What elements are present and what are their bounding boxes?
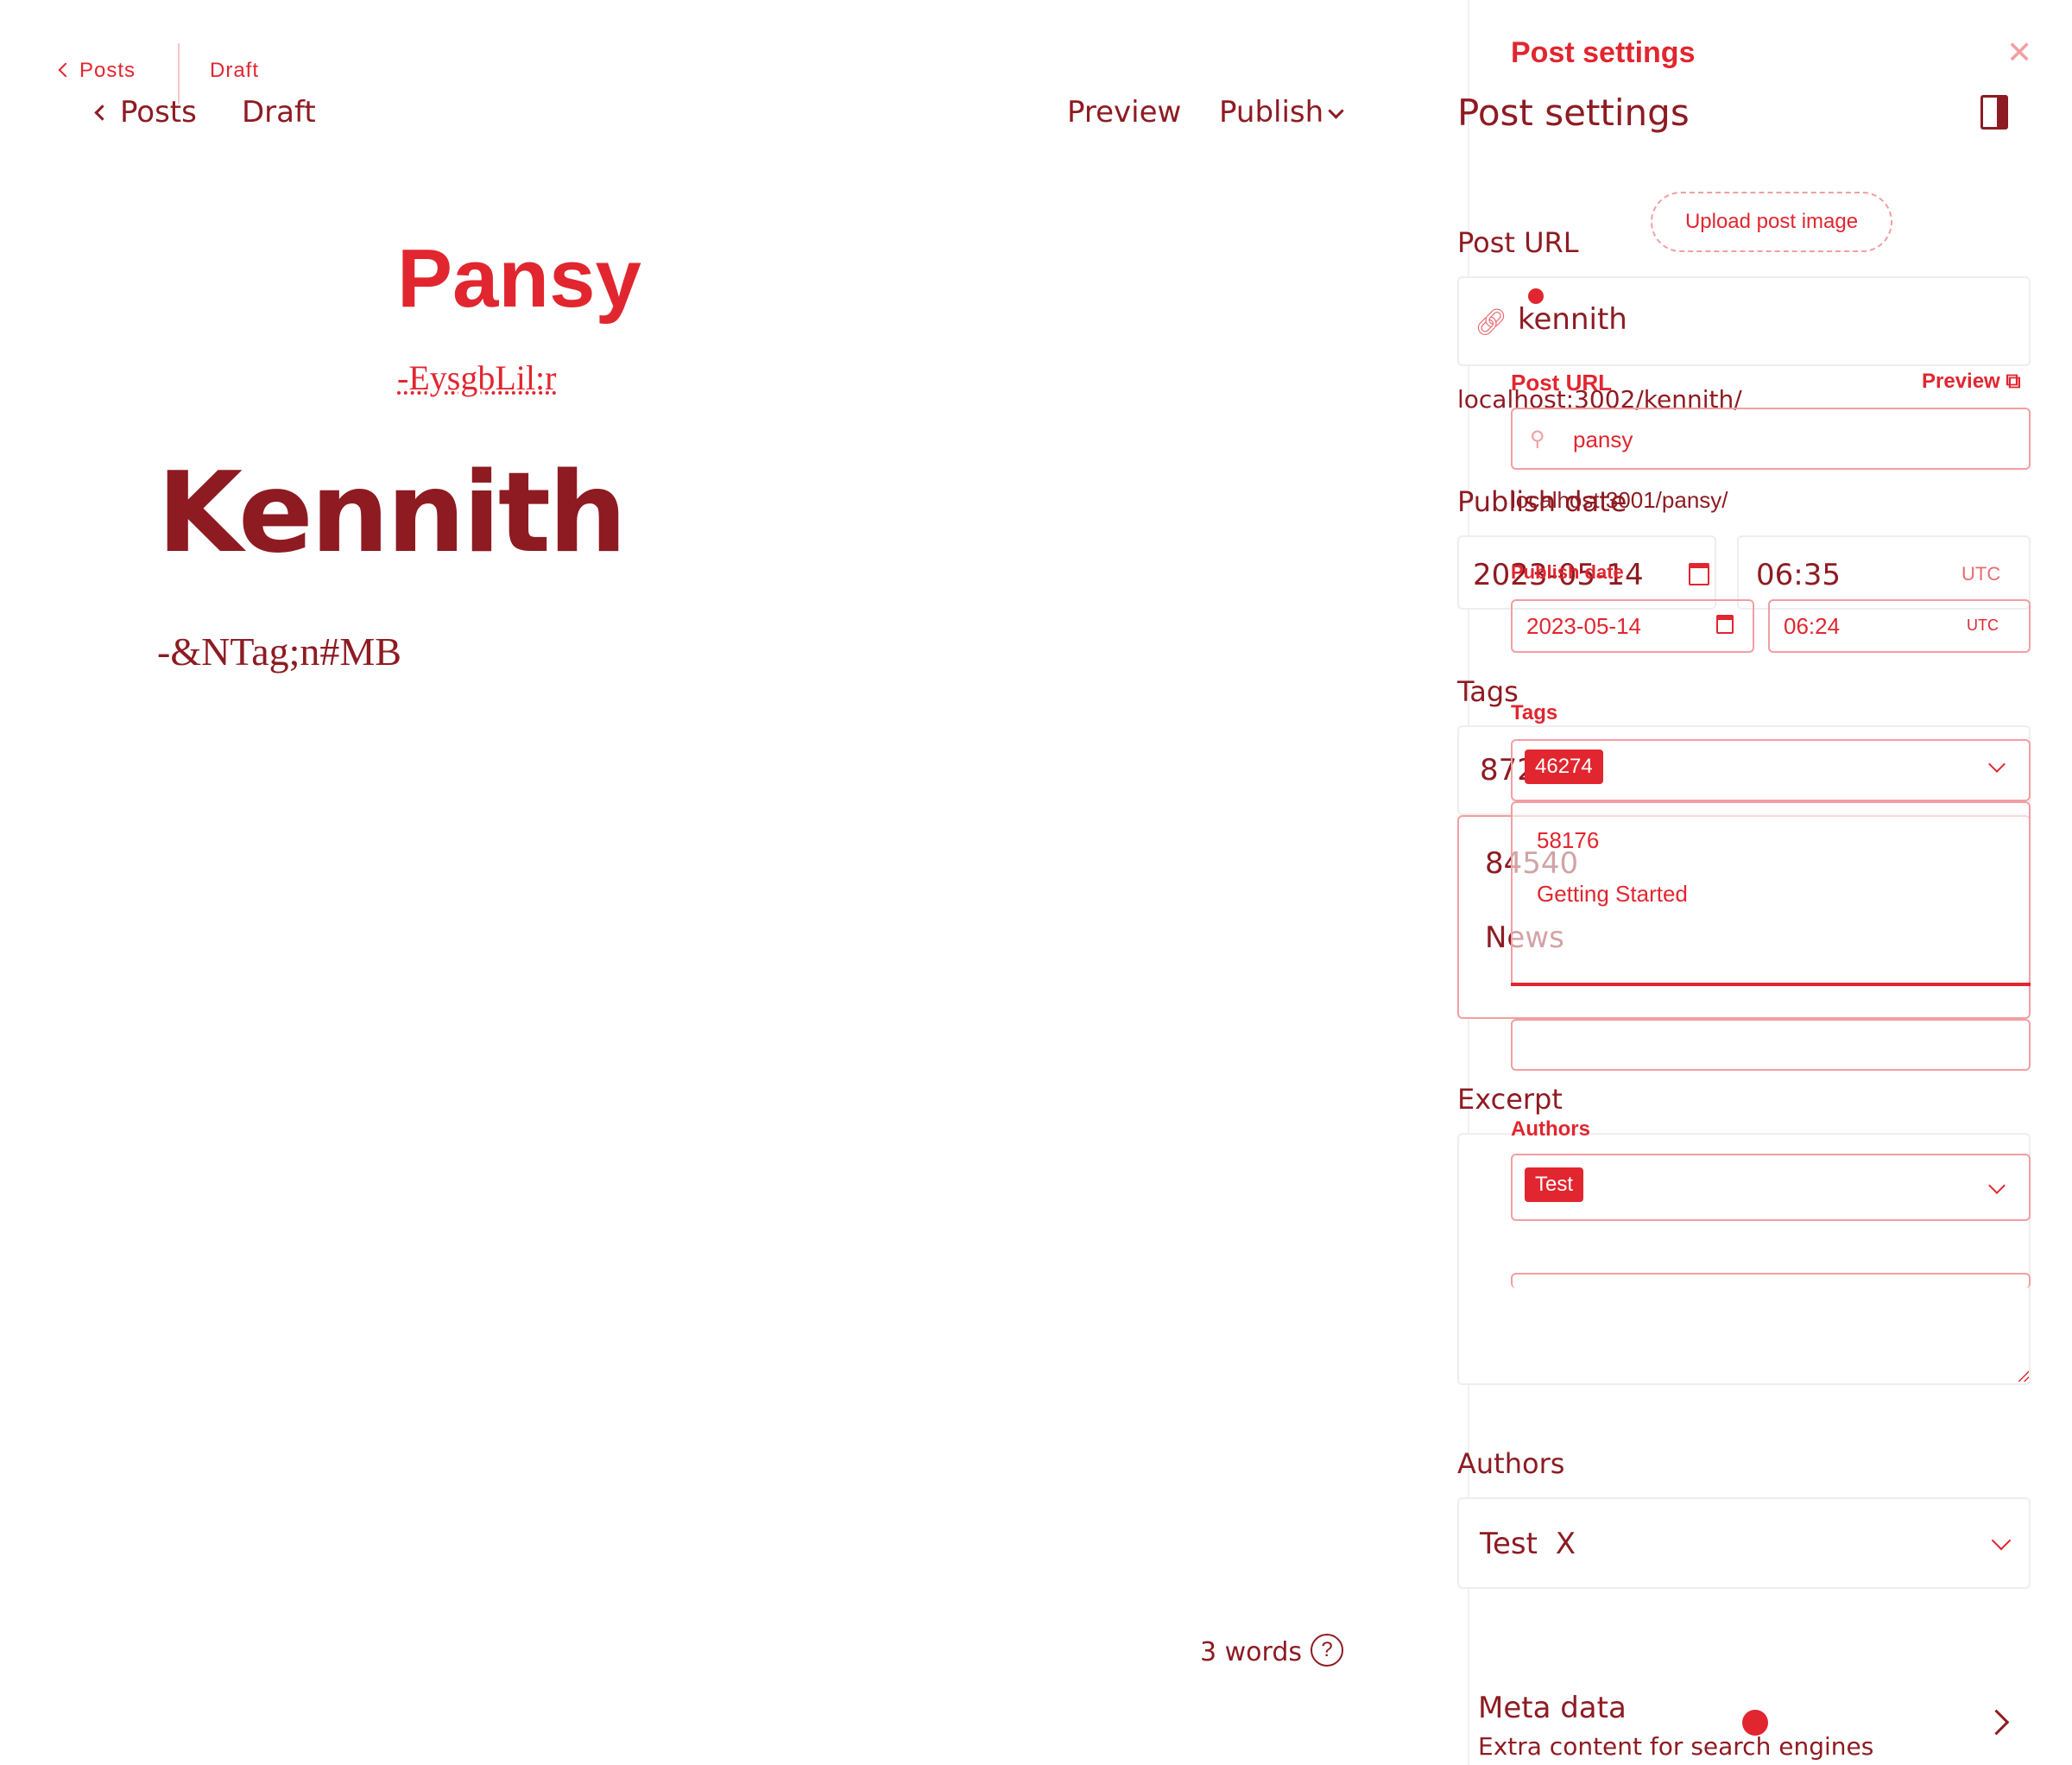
ghost-author-chip[interactable]: Test <box>1525 1167 1584 1202</box>
excerpt-label: Excerpt <box>1457 1083 1563 1116</box>
chevron-left-icon <box>58 62 73 78</box>
resize-handle-icon[interactable] <box>2015 1368 2029 1382</box>
ghost-status-label: Draft <box>210 59 260 82</box>
ghost-tag-option[interactable]: 58176 <box>1537 827 1599 854</box>
ghost-url-full: localhost:3001/pansy/ <box>1511 487 1728 513</box>
ghost-url-preview-link[interactable]: Preview ⧉ <box>1922 370 2021 394</box>
external-link-icon: ⧉ <box>2006 370 2021 393</box>
calendar-icon[interactable] <box>1689 563 1709 585</box>
help-icon[interactable]: ? <box>1311 1634 1343 1667</box>
ghost-lower-field <box>1511 1273 2031 1288</box>
word-count: 3 words <box>1200 1637 1302 1667</box>
ghost-post-title: Pansy <box>397 232 641 325</box>
status-label: Draft <box>242 95 316 130</box>
ghost-date-input[interactable]: 2023-05-14 <box>1526 613 1641 640</box>
post-url-input[interactable]: kennith <box>1518 302 1627 337</box>
ghost-post-excerpt: -EysgbLil:r <box>397 358 557 397</box>
panel-title: Post settings <box>1457 92 1690 134</box>
meta-data-title[interactable]: Meta data <box>1478 1691 1627 1725</box>
tags-label: Tags <box>1457 675 1519 708</box>
ghost-link-icon: ⚲ <box>1530 427 1545 451</box>
ghost-tag-option[interactable]: Getting Started <box>1537 881 1688 908</box>
publish-time-input[interactable]: 06:35 <box>1756 558 1841 592</box>
post-body-editor[interactable]: -&NTag;n#MB <box>157 629 401 674</box>
author-token: Test X <box>1480 1527 1576 1561</box>
meta-data-subtitle: Extra content for search engines <box>1478 1732 1874 1761</box>
ghost-publish-date-label: Publish date <box>1511 561 1624 583</box>
publish-button[interactable]: Publish <box>1219 95 1344 130</box>
timezone-label: UTC <box>1961 563 2001 585</box>
ghost-time-input[interactable]: 06:24 <box>1784 613 1840 640</box>
ghost-url-label: Post URL <box>1511 370 1612 395</box>
post-url-label: Post URL <box>1457 226 1579 259</box>
ghost-authors-label: Authors <box>1511 1117 1590 1141</box>
chevron-left-icon <box>94 104 111 121</box>
globe-icon <box>1742 1710 1768 1736</box>
ghost-calendar-icon[interactable] <box>1716 615 1734 634</box>
ghost-authors-field[interactable] <box>1511 1154 2031 1221</box>
ghost-tags-label: Tags <box>1511 701 1558 724</box>
sidebar-toggle-icon[interactable] <box>1980 95 2008 130</box>
ghost-divider-line <box>1511 983 2031 986</box>
remove-author-icon[interactable]: X <box>1556 1527 1576 1561</box>
ghost-excerpt-textarea[interactable] <box>1511 1019 2031 1071</box>
ghost-timezone-label: UTC <box>1967 617 1999 634</box>
avatar-icon <box>1528 288 1544 304</box>
back-to-posts-button[interactable]: Posts <box>94 95 197 130</box>
preview-button[interactable]: Preview <box>1067 95 1181 130</box>
upload-post-image-button[interactable]: Upload post image <box>1651 192 1892 252</box>
authors-label: Authors <box>1457 1447 1565 1480</box>
ghost-back-posts[interactable]: Posts <box>58 59 136 83</box>
chevron-down-icon <box>1328 103 1344 119</box>
post-title-input[interactable]: Kennith <box>157 449 627 578</box>
ghost-panel-title: Post settings <box>1511 36 1696 69</box>
link-icon: 🔗︎ <box>1475 308 1508 337</box>
ghost-url-input[interactable]: pansy <box>1573 427 1633 453</box>
ghost-tag-chip[interactable]: 46274 <box>1525 750 1603 784</box>
close-icon[interactable]: ✕ <box>2006 35 2032 71</box>
